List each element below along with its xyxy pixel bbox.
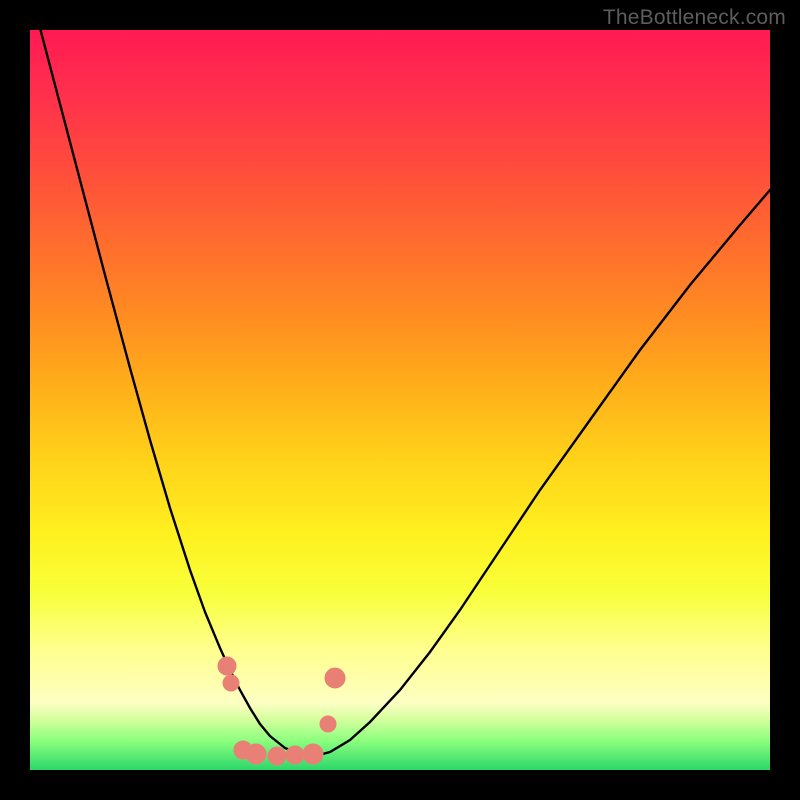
curve-marker [325,668,345,688]
curve-marker [320,716,336,732]
watermark-text: TheBottleneck.com [603,6,786,30]
curve-marker [286,746,304,764]
curve-marker [223,675,239,691]
chart-frame: TheBottleneck.com [0,0,800,800]
chart-svg [30,30,770,770]
curve-marker [218,657,236,675]
curve-marker [246,744,266,764]
curve-marker [268,747,286,765]
plot-area [30,30,770,770]
curve-marker [303,744,323,764]
bottleneck-curve [30,30,770,756]
curve-markers [218,657,345,765]
